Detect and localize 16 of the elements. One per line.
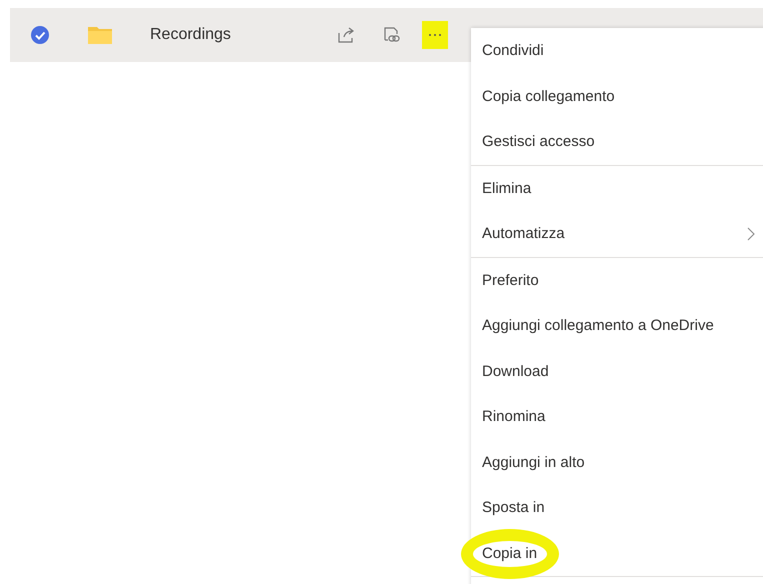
checkmark-icon[interactable] <box>30 25 50 45</box>
menu-item[interactable]: Elimina <box>471 166 763 211</box>
menu-item[interactable]: Aggiungi collegamento a OneDrive <box>471 303 763 348</box>
menu-item[interactable]: Gestisci accesso <box>471 119 763 164</box>
more-icon <box>428 33 442 37</box>
share-icon[interactable] <box>336 25 356 45</box>
folder-icon <box>87 25 113 45</box>
menu-item[interactable]: Automatizza <box>471 211 763 256</box>
menu-item[interactable]: Preferito <box>471 258 763 303</box>
menu-item[interactable]: Aggiungi in alto <box>471 440 763 485</box>
menu-item[interactable]: Rinomina <box>471 394 763 440</box>
menu-item[interactable]: Copia collegamento <box>471 74 763 119</box>
file-name[interactable]: Recordings <box>150 26 350 44</box>
menu-item[interactable]: Download <box>471 348 763 394</box>
menu-item[interactable]: Sposta in <box>471 485 763 530</box>
menu-item[interactable]: Copia in <box>471 530 763 576</box>
